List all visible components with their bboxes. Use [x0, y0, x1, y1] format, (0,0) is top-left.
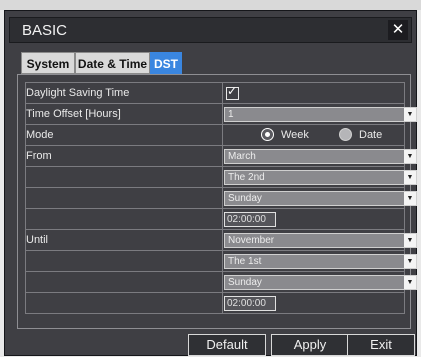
until-day-select[interactable]: Sunday ▼: [224, 274, 417, 290]
radio-selected-icon: [261, 128, 274, 141]
row-from-week: The 2nd ▼: [25, 166, 417, 188]
button-bar: Default Apply Exit: [5, 333, 418, 357]
mode-label: Mode: [25, 124, 223, 146]
exit-button[interactable]: Exit: [347, 334, 415, 356]
mode-date-radio[interactable]: Date: [339, 128, 382, 141]
row-mode: Mode Week Date: [25, 124, 405, 146]
dst-settings-panel: Daylight Saving Time ✓ Time Offset [Hour…: [17, 74, 417, 329]
mode-week-radio[interactable]: Week: [261, 128, 309, 141]
chevron-down-icon: ▼: [404, 149, 416, 163]
daylight-saving-label: Daylight Saving Time: [25, 82, 223, 104]
chevron-down-icon: ▼: [404, 170, 416, 184]
default-button[interactable]: Default: [188, 334, 266, 356]
row-until-week: The 1st ▼: [25, 250, 417, 272]
dst-settings-table: Daylight Saving Time ✓ Time Offset [Hour…: [25, 82, 417, 314]
until-time-input[interactable]: 02:00:00: [224, 295, 276, 311]
tab-system[interactable]: System: [21, 52, 75, 74]
row-daylight-saving: Daylight Saving Time ✓: [25, 82, 405, 104]
tab-date-time[interactable]: Date & Time: [75, 52, 150, 74]
row-from-day: Sunday ▼: [25, 187, 417, 209]
until-week-select[interactable]: The 1st ▼: [224, 253, 417, 269]
row-from-month: From March ▼: [25, 145, 417, 167]
from-month-select[interactable]: March ▼: [224, 148, 417, 164]
row-until-time: 02:00:00: [25, 292, 405, 314]
chevron-down-icon: ▼: [404, 233, 416, 247]
chevron-down-icon: ▼: [404, 107, 416, 121]
chevron-down-icon: ▼: [404, 254, 416, 268]
tab-dst[interactable]: DST: [150, 52, 182, 74]
checkmark-icon: ✓: [227, 83, 238, 98]
from-week-select[interactable]: The 2nd ▼: [224, 169, 417, 185]
window-title: BASIC: [22, 22, 68, 39]
screen-top-edge: [0, 0, 421, 10]
apply-button[interactable]: Apply: [271, 334, 349, 356]
basic-dialog: BASIC ✕ System Date & Time DST Daylight …: [4, 10, 417, 356]
from-day-select[interactable]: Sunday ▼: [224, 190, 417, 206]
from-label: From: [25, 145, 223, 167]
time-offset-label: Time Offset [Hours]: [25, 103, 223, 125]
daylight-saving-checkbox[interactable]: ✓: [226, 83, 239, 100]
row-until-day: Sunday ▼: [25, 271, 417, 293]
row-until-month: Until November ▼: [25, 229, 417, 251]
chevron-down-icon: ▼: [404, 191, 416, 205]
title-bar: BASIC ✕: [9, 17, 412, 43]
row-from-time: 02:00:00: [25, 208, 405, 230]
row-time-offset: Time Offset [Hours] 1 ▼: [25, 103, 417, 125]
radio-unselected-icon: [339, 128, 352, 141]
time-offset-select[interactable]: 1 ▼: [224, 106, 417, 122]
until-month-select[interactable]: November ▼: [224, 232, 417, 248]
from-time-input[interactable]: 02:00:00: [224, 211, 276, 227]
until-label: Until: [25, 229, 223, 251]
chevron-down-icon: ▼: [404, 275, 416, 289]
close-icon[interactable]: ✕: [388, 20, 408, 40]
